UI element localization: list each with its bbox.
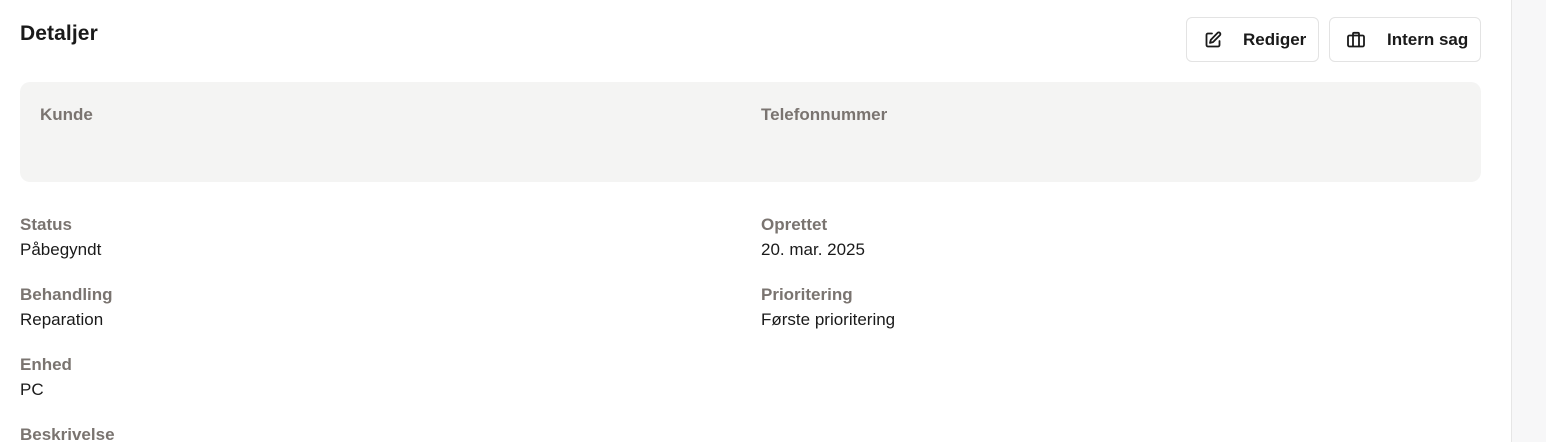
edit-button-label: Rediger [1243, 29, 1307, 49]
priority-value: Første prioritering [761, 310, 896, 329]
page-title: Detaljer [20, 22, 98, 45]
briefcase-icon [1346, 30, 1366, 50]
page: Detaljer Rediger Intern sag Kunde Telefo… [0, 0, 1546, 442]
phone-label: Telefonnummer [761, 105, 888, 124]
customer-info-box: Kunde Telefonnummer [20, 82, 1481, 182]
priority-label: Prioritering [761, 285, 853, 304]
device-value: PC [20, 380, 44, 399]
status-value: Påbegyndt [20, 240, 102, 259]
customer-label: Kunde [40, 105, 93, 124]
treatment-value: Reparation [20, 310, 104, 329]
description-label: Beskrivelse [20, 425, 115, 442]
device-label: Enhed [20, 355, 72, 374]
status-label: Status [20, 215, 72, 234]
treatment-label: Behandling [20, 285, 113, 304]
internal-case-button[interactable]: Intern sag [1329, 17, 1481, 62]
created-label: Oprettet [761, 215, 828, 234]
details-panel: Detaljer Rediger Intern sag Kunde Telefo… [0, 0, 1511, 442]
edit-button[interactable]: Rediger [1186, 17, 1319, 62]
edit-pencil-icon [1203, 30, 1223, 50]
created-value: 20. mar. 2025 [761, 240, 865, 259]
right-sidebar-rail [1511, 0, 1546, 442]
internal-case-button-label: Intern sag [1387, 29, 1469, 49]
